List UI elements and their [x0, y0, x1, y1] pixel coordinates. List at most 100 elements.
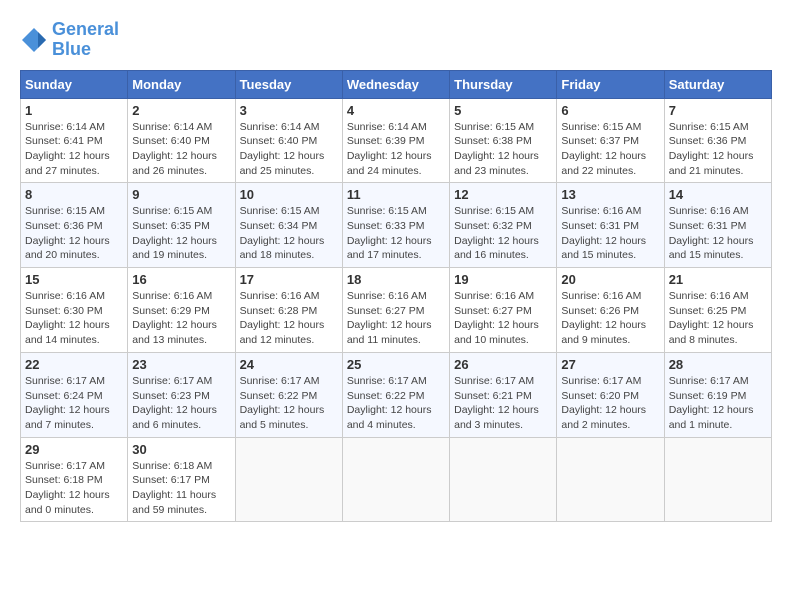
calendar-header-row: SundayMondayTuesdayWednesdayThursdayFrid…: [21, 70, 772, 98]
calendar-cell: 6 Sunrise: 6:15 AMSunset: 6:37 PMDayligh…: [557, 98, 664, 183]
calendar-cell: 1 Sunrise: 6:14 AMSunset: 6:41 PMDayligh…: [21, 98, 128, 183]
calendar-cell: 19 Sunrise: 6:16 AMSunset: 6:27 PMDaylig…: [450, 268, 557, 353]
day-detail: Sunrise: 6:17 AMSunset: 6:22 PMDaylight:…: [240, 374, 338, 433]
logo: General Blue: [20, 20, 119, 60]
day-number: 14: [669, 187, 767, 202]
day-number: 24: [240, 357, 338, 372]
calendar-cell: 11 Sunrise: 6:15 AMSunset: 6:33 PMDaylig…: [342, 183, 449, 268]
day-detail: Sunrise: 6:16 AMSunset: 6:25 PMDaylight:…: [669, 289, 767, 348]
day-detail: Sunrise: 6:17 AMSunset: 6:24 PMDaylight:…: [25, 374, 123, 433]
calendar-cell: 17 Sunrise: 6:16 AMSunset: 6:28 PMDaylig…: [235, 268, 342, 353]
day-detail: Sunrise: 6:16 AMSunset: 6:30 PMDaylight:…: [25, 289, 123, 348]
day-detail: Sunrise: 6:15 AMSunset: 6:32 PMDaylight:…: [454, 204, 552, 263]
calendar-cell: 26 Sunrise: 6:17 AMSunset: 6:21 PMDaylig…: [450, 352, 557, 437]
page-header: General Blue: [20, 20, 772, 60]
day-detail: Sunrise: 6:14 AMSunset: 6:40 PMDaylight:…: [132, 120, 230, 179]
calendar-cell: 14 Sunrise: 6:16 AMSunset: 6:31 PMDaylig…: [664, 183, 771, 268]
calendar-cell: 3 Sunrise: 6:14 AMSunset: 6:40 PMDayligh…: [235, 98, 342, 183]
day-number: 1: [25, 103, 123, 118]
day-number: 29: [25, 442, 123, 457]
calendar-cell: 10 Sunrise: 6:15 AMSunset: 6:34 PMDaylig…: [235, 183, 342, 268]
day-number: 30: [132, 442, 230, 457]
day-number: 17: [240, 272, 338, 287]
calendar-cell: 27 Sunrise: 6:17 AMSunset: 6:20 PMDaylig…: [557, 352, 664, 437]
header-saturday: Saturday: [664, 70, 771, 98]
calendar-week-2: 8 Sunrise: 6:15 AMSunset: 6:36 PMDayligh…: [21, 183, 772, 268]
day-detail: Sunrise: 6:16 AMSunset: 6:31 PMDaylight:…: [669, 204, 767, 263]
day-number: 6: [561, 103, 659, 118]
day-detail: Sunrise: 6:15 AMSunset: 6:33 PMDaylight:…: [347, 204, 445, 263]
logo-icon: [20, 26, 48, 54]
calendar-cell: 29 Sunrise: 6:17 AMSunset: 6:18 PMDaylig…: [21, 437, 128, 522]
calendar-week-3: 15 Sunrise: 6:16 AMSunset: 6:30 PMDaylig…: [21, 268, 772, 353]
calendar-cell: 12 Sunrise: 6:15 AMSunset: 6:32 PMDaylig…: [450, 183, 557, 268]
calendar-cell: 13 Sunrise: 6:16 AMSunset: 6:31 PMDaylig…: [557, 183, 664, 268]
day-number: 7: [669, 103, 767, 118]
day-number: 21: [669, 272, 767, 287]
header-monday: Monday: [128, 70, 235, 98]
day-number: 27: [561, 357, 659, 372]
day-number: 11: [347, 187, 445, 202]
calendar-cell: 30 Sunrise: 6:18 AMSunset: 6:17 PMDaylig…: [128, 437, 235, 522]
calendar-cell: 22 Sunrise: 6:17 AMSunset: 6:24 PMDaylig…: [21, 352, 128, 437]
day-number: 28: [669, 357, 767, 372]
calendar-cell: 18 Sunrise: 6:16 AMSunset: 6:27 PMDaylig…: [342, 268, 449, 353]
calendar-week-5: 29 Sunrise: 6:17 AMSunset: 6:18 PMDaylig…: [21, 437, 772, 522]
calendar-cell: [557, 437, 664, 522]
day-detail: Sunrise: 6:14 AMSunset: 6:40 PMDaylight:…: [240, 120, 338, 179]
day-detail: Sunrise: 6:17 AMSunset: 6:19 PMDaylight:…: [669, 374, 767, 433]
calendar-week-1: 1 Sunrise: 6:14 AMSunset: 6:41 PMDayligh…: [21, 98, 772, 183]
day-detail: Sunrise: 6:16 AMSunset: 6:26 PMDaylight:…: [561, 289, 659, 348]
calendar-cell: 20 Sunrise: 6:16 AMSunset: 6:26 PMDaylig…: [557, 268, 664, 353]
day-detail: Sunrise: 6:15 AMSunset: 6:37 PMDaylight:…: [561, 120, 659, 179]
day-number: 10: [240, 187, 338, 202]
day-number: 9: [132, 187, 230, 202]
calendar-cell: 4 Sunrise: 6:14 AMSunset: 6:39 PMDayligh…: [342, 98, 449, 183]
calendar-cell: 7 Sunrise: 6:15 AMSunset: 6:36 PMDayligh…: [664, 98, 771, 183]
logo-text: General Blue: [52, 20, 119, 60]
calendar-week-4: 22 Sunrise: 6:17 AMSunset: 6:24 PMDaylig…: [21, 352, 772, 437]
day-number: 26: [454, 357, 552, 372]
day-detail: Sunrise: 6:14 AMSunset: 6:39 PMDaylight:…: [347, 120, 445, 179]
calendar-cell: 15 Sunrise: 6:16 AMSunset: 6:30 PMDaylig…: [21, 268, 128, 353]
calendar-cell: [664, 437, 771, 522]
day-detail: Sunrise: 6:15 AMSunset: 6:35 PMDaylight:…: [132, 204, 230, 263]
calendar-cell: 16 Sunrise: 6:16 AMSunset: 6:29 PMDaylig…: [128, 268, 235, 353]
day-number: 3: [240, 103, 338, 118]
day-detail: Sunrise: 6:16 AMSunset: 6:27 PMDaylight:…: [347, 289, 445, 348]
calendar-table: SundayMondayTuesdayWednesdayThursdayFrid…: [20, 70, 772, 523]
day-detail: Sunrise: 6:16 AMSunset: 6:29 PMDaylight:…: [132, 289, 230, 348]
calendar-cell: 25 Sunrise: 6:17 AMSunset: 6:22 PMDaylig…: [342, 352, 449, 437]
day-number: 20: [561, 272, 659, 287]
calendar-cell: 9 Sunrise: 6:15 AMSunset: 6:35 PMDayligh…: [128, 183, 235, 268]
day-number: 8: [25, 187, 123, 202]
header-tuesday: Tuesday: [235, 70, 342, 98]
day-detail: Sunrise: 6:18 AMSunset: 6:17 PMDaylight:…: [132, 459, 230, 518]
calendar-body: 1 Sunrise: 6:14 AMSunset: 6:41 PMDayligh…: [21, 98, 772, 522]
header-thursday: Thursday: [450, 70, 557, 98]
day-detail: Sunrise: 6:15 AMSunset: 6:34 PMDaylight:…: [240, 204, 338, 263]
day-detail: Sunrise: 6:16 AMSunset: 6:28 PMDaylight:…: [240, 289, 338, 348]
day-number: 5: [454, 103, 552, 118]
day-number: 18: [347, 272, 445, 287]
day-detail: Sunrise: 6:16 AMSunset: 6:31 PMDaylight:…: [561, 204, 659, 263]
day-number: 13: [561, 187, 659, 202]
calendar-cell: [342, 437, 449, 522]
day-detail: Sunrise: 6:15 AMSunset: 6:36 PMDaylight:…: [25, 204, 123, 263]
day-number: 15: [25, 272, 123, 287]
header-friday: Friday: [557, 70, 664, 98]
day-number: 22: [25, 357, 123, 372]
day-number: 19: [454, 272, 552, 287]
header-wednesday: Wednesday: [342, 70, 449, 98]
header-sunday: Sunday: [21, 70, 128, 98]
calendar-cell: [450, 437, 557, 522]
day-detail: Sunrise: 6:17 AMSunset: 6:21 PMDaylight:…: [454, 374, 552, 433]
day-detail: Sunrise: 6:17 AMSunset: 6:20 PMDaylight:…: [561, 374, 659, 433]
day-number: 16: [132, 272, 230, 287]
calendar-cell: 21 Sunrise: 6:16 AMSunset: 6:25 PMDaylig…: [664, 268, 771, 353]
day-detail: Sunrise: 6:17 AMSunset: 6:23 PMDaylight:…: [132, 374, 230, 433]
calendar-cell: 2 Sunrise: 6:14 AMSunset: 6:40 PMDayligh…: [128, 98, 235, 183]
day-detail: Sunrise: 6:14 AMSunset: 6:41 PMDaylight:…: [25, 120, 123, 179]
day-number: 23: [132, 357, 230, 372]
day-detail: Sunrise: 6:15 AMSunset: 6:38 PMDaylight:…: [454, 120, 552, 179]
